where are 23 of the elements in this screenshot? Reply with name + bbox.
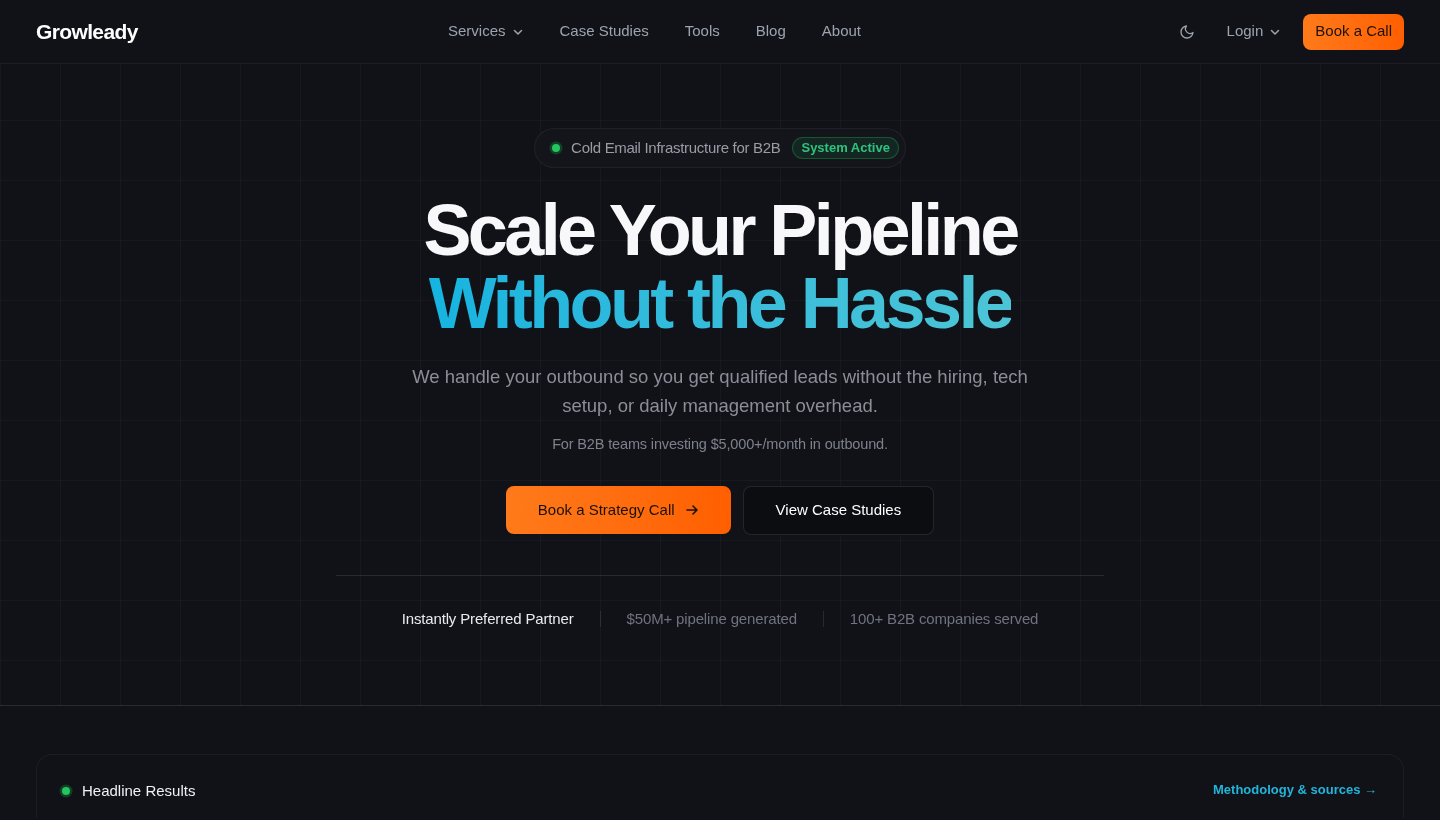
- login-button[interactable]: Login: [1226, 20, 1282, 43]
- results-title: Headline Results: [82, 781, 196, 801]
- strategy-call-button[interactable]: Book a Strategy Call: [505, 486, 731, 535]
- case-studies-button[interactable]: View Case Studies: [742, 485, 935, 535]
- proof-point: $50M+ pipeline generated: [626, 608, 797, 629]
- book-call-button[interactable]: Book a Call: [1303, 13, 1404, 50]
- status-badge: System Active: [792, 137, 899, 159]
- arrow-right-icon: [684, 503, 699, 518]
- audience-note: For B2B teams investing $5,000+/month in outbound.: [552, 435, 888, 454]
- moon-icon: [1178, 23, 1195, 40]
- badge-text: Cold Email Infrastructure for B2B: [571, 137, 781, 158]
- status-dot-icon: [549, 141, 564, 155]
- nav-link[interactable]: About: [821, 20, 861, 43]
- hero-subtitle: We handle your outbound so you get qualified leads without the hiring, tech setup, or daily management overhead.: [411, 365, 1029, 418]
- nav-link[interactable]: Blog: [755, 20, 786, 43]
- proof-point: 100+ B2B companies served: [849, 608, 1039, 629]
- methodology-link[interactable]: Methodology & sources →: [1213, 780, 1377, 800]
- nav-link[interactable]: Tools: [684, 20, 720, 43]
- nav-link[interactable]: Services: [448, 20, 524, 43]
- status-dot-icon: [59, 784, 73, 799]
- proof-point: Instantly Preferred Partner: [401, 608, 574, 629]
- logo[interactable]: Growleady: [36, 19, 138, 43]
- nav-link[interactable]: Case Studies: [559, 20, 649, 43]
